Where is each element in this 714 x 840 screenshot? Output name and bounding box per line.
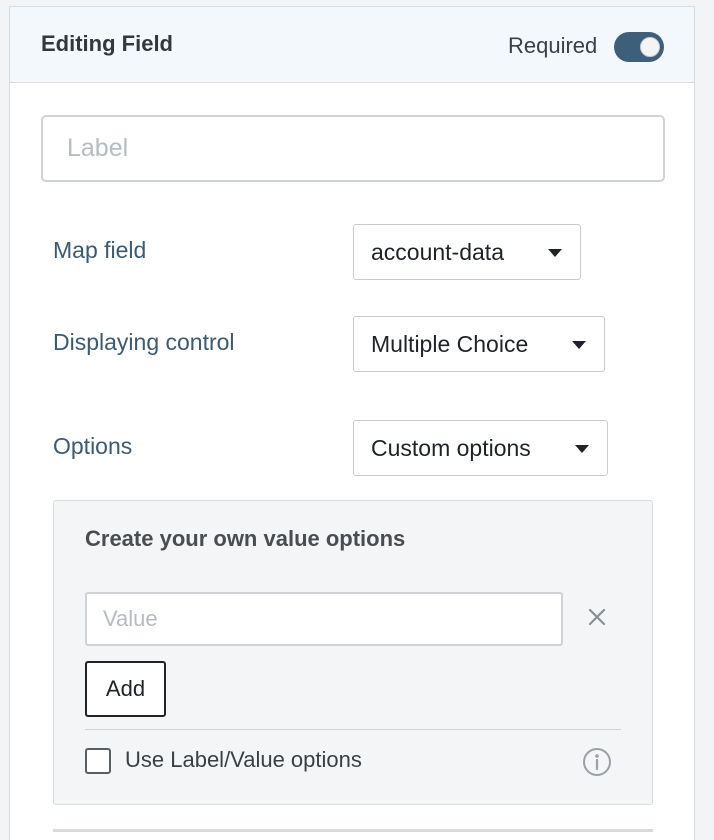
editing-field-panel: Editing Field Required Map field account… (9, 6, 695, 840)
panel-title: Editing Field (41, 31, 173, 56)
custom-options-box: Create your own value options Add Use La… (53, 500, 653, 805)
custom-options-heading: Create your own value options (85, 526, 406, 551)
options-divider (85, 729, 621, 730)
close-icon[interactable] (585, 605, 609, 629)
chevron-down-icon (572, 341, 586, 349)
toggle-knob (640, 37, 660, 57)
chevron-down-icon (575, 445, 589, 453)
add-option-button[interactable]: Add (85, 661, 166, 717)
options-select[interactable]: Custom options (353, 420, 608, 476)
use-label-value-checkbox[interactable] (85, 748, 111, 774)
displaying-control-select[interactable]: Multiple Choice (353, 316, 605, 372)
map-field-label: Map field (53, 237, 147, 263)
use-label-value-label: Use Label/Value options (125, 747, 362, 772)
chevron-down-icon (548, 249, 562, 257)
map-field-select[interactable]: account-data (353, 224, 581, 280)
panel-header: Editing Field Required (10, 7, 694, 83)
displaying-control-value: Multiple Choice (371, 330, 529, 357)
map-field-value: account-data (371, 238, 504, 265)
displaying-control-label: Displaying control (53, 329, 235, 355)
option-value-input[interactable] (85, 592, 563, 646)
label-input[interactable] (41, 115, 665, 182)
required-label: Required (508, 33, 598, 58)
section-divider (53, 829, 653, 832)
info-icon[interactable] (582, 747, 612, 777)
options-label: Options (53, 433, 133, 459)
required-toggle[interactable] (614, 32, 664, 62)
options-value: Custom options (371, 434, 531, 461)
